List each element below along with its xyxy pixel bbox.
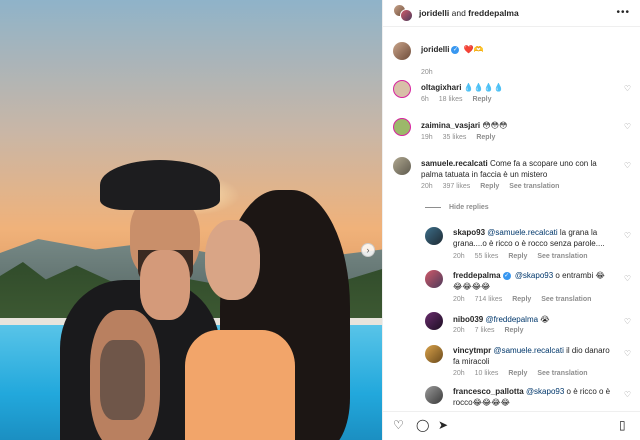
reply-button[interactable]: Reply — [508, 370, 527, 377]
author-link[interactable]: freddepalma — [468, 8, 519, 18]
reply-likes[interactable]: 7 likes — [475, 327, 495, 334]
reply-time: 20h — [453, 327, 465, 334]
reply-username[interactable]: francesco_pallotta — [453, 387, 524, 396]
reply-likes[interactable]: 10 likes — [475, 370, 499, 377]
reply-button[interactable]: Reply — [480, 183, 499, 190]
hide-replies-button[interactable]: Hide replies — [425, 204, 489, 211]
see-translation-link[interactable]: See translation — [537, 370, 587, 377]
reply-button[interactable]: Reply — [508, 253, 527, 260]
comment-text: 💧💧💧💧 — [463, 83, 504, 92]
see-translation-link[interactable]: See translation — [537, 253, 587, 260]
chevron-right-icon: › — [366, 244, 370, 255]
reply-button[interactable]: Reply — [512, 296, 531, 303]
next-image-button[interactable]: › — [361, 243, 375, 257]
avatar[interactable] — [393, 157, 411, 175]
post-photo[interactable]: › — [0, 0, 382, 440]
mention-link[interactable]: @skapo93 — [515, 271, 553, 280]
verified-icon: ✓ — [502, 271, 511, 280]
comment-time: 19h — [421, 134, 433, 141]
comment-username[interactable]: oltagixhari — [421, 83, 461, 92]
heart-icon[interactable]: ♡ — [624, 275, 631, 283]
post-header: joridelli and freddepalma ••• — [383, 0, 640, 27]
avatar[interactable] — [393, 42, 411, 60]
see-translation-link[interactable]: See translation — [509, 183, 559, 190]
comment-likes[interactable]: 35 likes — [443, 134, 467, 141]
more-options-icon[interactable]: ••• — [616, 7, 630, 18]
heart-icon[interactable]: ♡ — [393, 419, 404, 431]
reply-text: 😭 — [540, 315, 550, 324]
author-link[interactable]: joridelli — [419, 8, 449, 18]
heart-icon[interactable]: ♡ — [624, 85, 631, 93]
reply-time: 20h — [453, 253, 465, 260]
comment-icon[interactable]: ◯ — [416, 419, 429, 431]
heart-icon[interactable]: ♡ — [624, 391, 631, 399]
woman-figure — [140, 190, 355, 440]
post-authors: joridelli and freddepalma — [419, 8, 519, 18]
reply-username[interactable]: nibo039 — [453, 315, 483, 324]
divider — [425, 207, 441, 208]
mention-link[interactable]: @skapo93 — [526, 387, 564, 396]
heart-icon[interactable]: ♡ — [624, 123, 631, 131]
heart-icon[interactable]: ♡ — [624, 350, 631, 358]
post-details-panel: joridelli and freddepalma ••• joridelli ✓… — [382, 0, 640, 440]
comment-likes[interactable]: 18 likes — [439, 96, 463, 103]
comment-likes[interactable]: 397 likes — [443, 183, 471, 190]
reply-time: 20h — [453, 370, 465, 377]
heart-icon[interactable]: ♡ — [624, 232, 631, 240]
author-joiner: and — [451, 8, 466, 18]
reply-button[interactable]: Reply — [476, 134, 495, 141]
comment-time: 20h — [421, 183, 433, 190]
avatar[interactable] — [425, 345, 443, 363]
caption-text: ❤️🫶 — [463, 45, 484, 54]
mention-link[interactable]: @samuele.recalcati — [487, 228, 557, 237]
reply-username[interactable]: vincytmpr — [453, 346, 491, 355]
caption-time: 20h — [421, 69, 433, 76]
comment-time: 6h — [421, 96, 429, 103]
avatar — [400, 9, 413, 22]
reply-likes[interactable]: 55 likes — [475, 253, 499, 260]
see-translation-link[interactable]: See translation — [541, 296, 591, 303]
avatar[interactable] — [393, 118, 411, 136]
heart-icon[interactable]: ♡ — [624, 318, 631, 326]
avatar[interactable] — [425, 270, 443, 288]
avatar[interactable] — [393, 80, 411, 98]
reply-username[interactable]: skapo93 — [453, 228, 485, 237]
reply-username[interactable]: freddepalma — [453, 271, 501, 280]
avatar[interactable] — [425, 312, 443, 330]
reply-likes[interactable]: 714 likes — [475, 296, 503, 303]
hide-replies-label: Hide replies — [449, 204, 489, 211]
comment-username[interactable]: samuele.recalcati — [421, 159, 488, 168]
avatar[interactable] — [425, 227, 443, 245]
collab-avatars[interactable] — [393, 4, 415, 22]
reply-button[interactable]: Reply — [504, 327, 523, 334]
verified-icon: ✓ — [451, 45, 460, 54]
reply-time: 20h — [453, 296, 465, 303]
avatar[interactable] — [425, 386, 443, 404]
mention-link[interactable]: @samuele.recalcati — [493, 346, 563, 355]
comments-list: joridelli ✓ ❤️🫶 20h oltagixhari 💧💧💧💧 6h 1… — [383, 28, 640, 410]
action-bar: ♡ ◯ ➤ ▯ — [383, 411, 640, 440]
comment-username[interactable]: zaimina_vasjari — [421, 121, 480, 130]
mention-link[interactable]: @freddepalma — [485, 315, 538, 324]
reply-button[interactable]: Reply — [472, 96, 491, 103]
caption-username[interactable]: joridelli — [421, 45, 449, 54]
send-icon[interactable]: ➤ — [438, 419, 448, 431]
bookmark-icon[interactable]: ▯ — [619, 419, 626, 431]
heart-icon[interactable]: ♡ — [624, 162, 631, 170]
comment-text: 😳😳😳 — [482, 121, 508, 130]
